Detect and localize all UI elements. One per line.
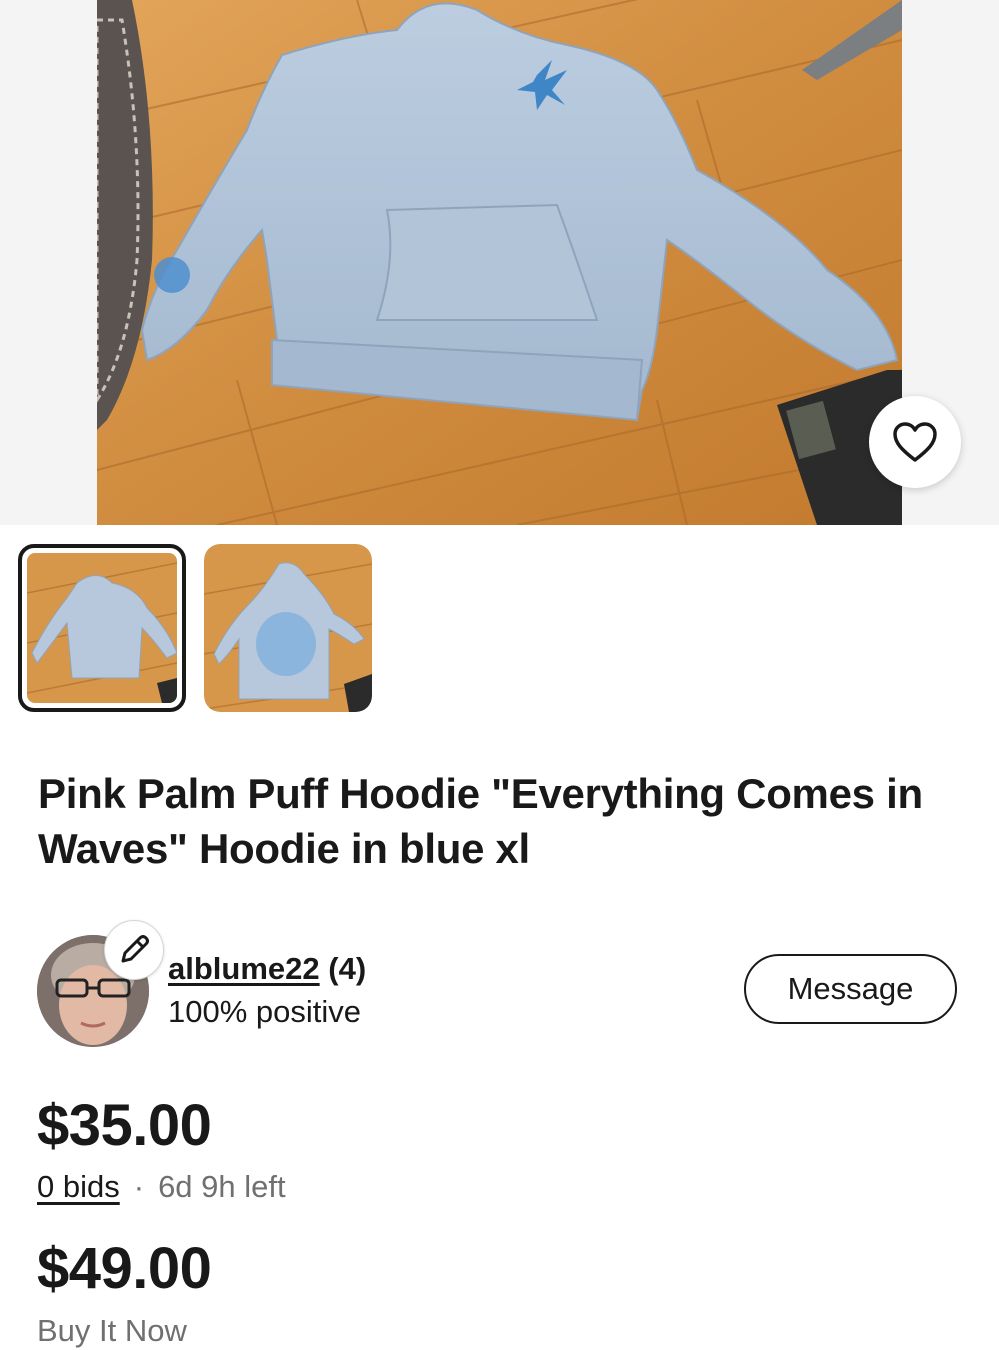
image-gallery[interactable]	[0, 0, 999, 525]
seller-username-link[interactable]: alblume22	[168, 951, 320, 986]
edit-avatar-button[interactable]	[104, 920, 164, 980]
seller-feedback-count: (4)	[328, 951, 367, 986]
seller-positive-rating: 100% positive	[168, 994, 362, 1029]
bids-link[interactable]: 0 bids	[37, 1169, 120, 1204]
seller-info: alblume22 (4)	[168, 951, 366, 987]
separator-dot: ·	[133, 1169, 145, 1204]
current-bid-price: $35.00	[37, 1093, 212, 1158]
thumbnail-back[interactable]	[204, 544, 372, 712]
main-product-image[interactable]	[97, 0, 902, 525]
message-seller-button[interactable]: Message	[744, 954, 957, 1024]
buy-it-now-label: Buy It Now	[37, 1313, 187, 1348]
time-left: 6d 9h left	[158, 1169, 286, 1204]
watch-button[interactable]	[869, 396, 961, 488]
listing-title: Pink Palm Puff Hoodie "Everything Comes …	[38, 770, 923, 872]
pencil-icon	[121, 935, 149, 963]
heart-icon	[893, 422, 937, 462]
bid-status: 0 bids · 6d 9h left	[37, 1168, 286, 1206]
buy-it-now-price: $49.00	[37, 1236, 212, 1301]
thumbnail-front[interactable]	[18, 544, 186, 712]
